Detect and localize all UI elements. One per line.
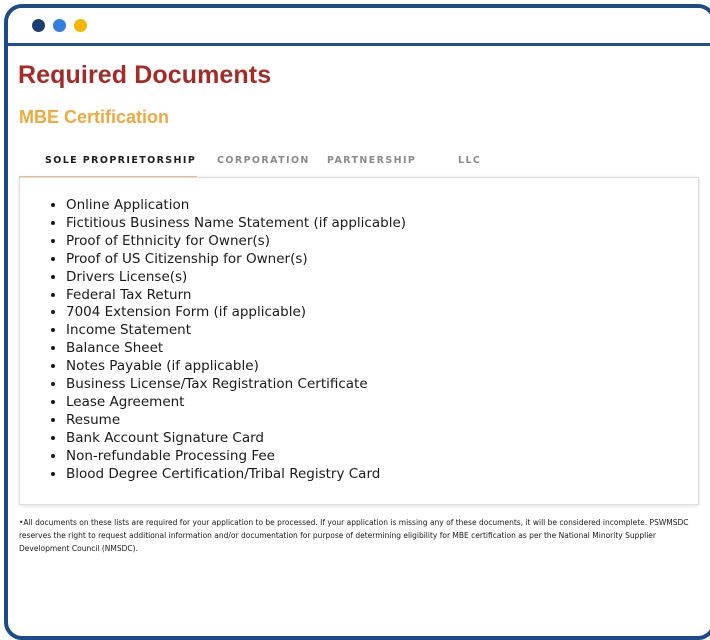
page-title: Required Documents — [18, 61, 272, 89]
tab-partnership[interactable]: PARTNERSHIP — [327, 146, 416, 176]
footnote: •All documents on these lists are requir… — [19, 518, 689, 554]
business-type-tabs: SOLE PROPRIETORSHIP CORPORATION PARTNERS… — [19, 146, 699, 178]
document-list-item: Resume — [66, 412, 406, 430]
documents-panel: Online ApplicationFictitious Business Na… — [19, 177, 699, 505]
document-list-item: Business License/Tax Registration Certif… — [66, 376, 406, 394]
tab-sole-proprietorship[interactable]: SOLE PROPRIETORSHIP — [45, 146, 196, 176]
page-subtitle: MBE Certification — [19, 107, 170, 127]
tab-corporation[interactable]: CORPORATION — [217, 146, 310, 176]
document-list-item: Non-refundable Processing Fee — [66, 448, 406, 466]
document-list-item: Fictitious Business Name Statement (if a… — [66, 215, 406, 233]
documents-list: Online ApplicationFictitious Business Na… — [20, 197, 406, 484]
document-list-item: Drivers License(s) — [66, 269, 406, 287]
document-list-item: Balance Sheet — [66, 340, 406, 358]
window-close-button[interactable] — [32, 19, 45, 32]
document-list-item: Income Statement — [66, 322, 406, 340]
window-maximize-button[interactable] — [74, 19, 87, 32]
document-list-item: Online Application — [66, 197, 406, 215]
document-list-item: Notes Payable (if applicable) — [66, 358, 406, 376]
window-titlebar — [8, 8, 710, 46]
document-list-item: Lease Agreement — [66, 394, 406, 412]
document-list-item: Bank Account Signature Card — [66, 430, 406, 448]
document-list-item: Proof of Ethnicity for Owner(s) — [66, 233, 406, 251]
window-minimize-button[interactable] — [53, 19, 66, 32]
tab-llc[interactable]: LLC — [458, 146, 481, 176]
document-list-item: Proof of US Citizenship for Owner(s) — [66, 251, 406, 269]
document-list-item: 7004 Extension Form (if applicable) — [66, 304, 406, 322]
document-list-item: Blood Degree Certification/Tribal Regist… — [66, 466, 406, 484]
document-list-item: Federal Tax Return — [66, 287, 406, 305]
